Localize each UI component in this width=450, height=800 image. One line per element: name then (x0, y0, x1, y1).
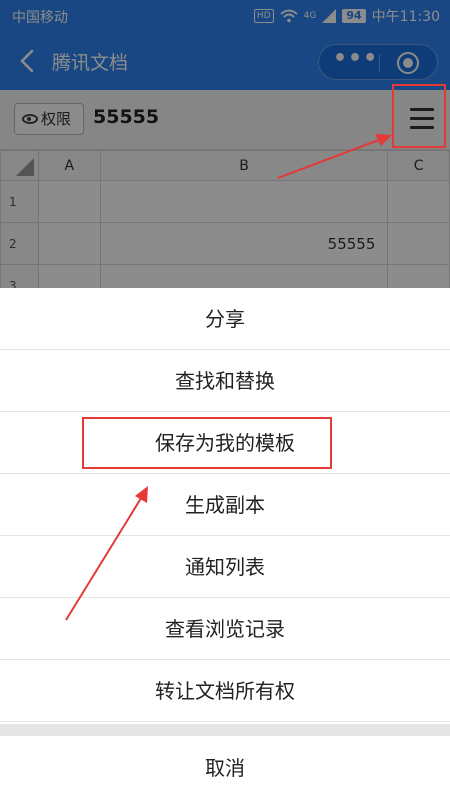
table-row: 2 55555 (0, 222, 450, 265)
row-header[interactable]: 3 (0, 264, 39, 288)
column-header-row: A B C (0, 150, 450, 181)
table-row: 3 (0, 264, 450, 288)
doc-toolbar: 权限 55555 (0, 90, 450, 150)
row-header[interactable]: 2 (0, 222, 39, 265)
cell[interactable] (38, 180, 101, 223)
corner-triangle-icon (16, 158, 34, 176)
cell[interactable] (387, 222, 450, 265)
more-dots-icon[interactable]: ••• (333, 48, 377, 71)
select-all-corner[interactable] (0, 150, 39, 181)
permission-label: 权限 (41, 110, 72, 128)
carrier-label: 中国移动 (12, 10, 68, 26)
column-header-a[interactable]: A (38, 150, 101, 181)
cell[interactable]: 55555 (99, 222, 389, 265)
signal-4g-icon: 4G (303, 11, 317, 21)
save-as-template-option[interactable]: 保存为我的模板 (0, 412, 450, 474)
create-copy-option[interactable]: 生成副本 (0, 474, 450, 536)
document-name: 55555 (93, 106, 160, 128)
eye-icon (22, 114, 38, 124)
cancel-button[interactable]: 取消 (0, 736, 450, 800)
table-row: 1 (0, 180, 450, 223)
action-sheet: 分享 查找和替换 保存为我的模板 生成副本 通知列表 查看浏览记录 转让文档所有… (0, 288, 450, 800)
hamburger-menu-icon[interactable] (410, 108, 434, 132)
cell[interactable] (387, 180, 450, 223)
back-arrow-icon[interactable] (16, 48, 40, 74)
target-icon[interactable] (397, 52, 419, 74)
sheet-divider (0, 724, 450, 736)
title-bar: 腾讯文档 ••• (0, 32, 450, 90)
hd-icon: HD (253, 9, 274, 23)
status-icons: HD 4G 94 中午11:30 (253, 6, 440, 26)
wifi-icon (279, 9, 298, 23)
app-title: 腾讯文档 (52, 52, 129, 74)
transfer-ownership-option[interactable]: 转让文档所有权 (0, 660, 450, 722)
notification-list-option[interactable]: 通知列表 (0, 536, 450, 598)
share-option[interactable]: 分享 (0, 288, 450, 350)
cell[interactable] (99, 180, 389, 223)
row-header[interactable]: 1 (0, 180, 39, 223)
battery-icon: 94 (342, 9, 366, 23)
capsule-divider (379, 54, 380, 72)
permission-button[interactable]: 权限 (14, 103, 84, 135)
find-replace-option[interactable]: 查找和替换 (0, 350, 450, 412)
spreadsheet-grid: A B C 1 2 55555 3 (0, 150, 450, 288)
status-bar: 中国移动 HD 4G 94 中午11:30 (0, 0, 450, 32)
cell[interactable] (38, 264, 101, 288)
signal-bars-icon (322, 9, 337, 23)
view-history-option[interactable]: 查看浏览记录 (0, 598, 450, 660)
cell[interactable] (99, 264, 389, 288)
document-area: 权限 55555 A B C 1 2 55555 3 (0, 90, 450, 288)
cell[interactable] (387, 264, 450, 288)
mini-program-capsule: ••• (318, 44, 438, 80)
clock-label: 中午11:30 (371, 9, 440, 25)
cell[interactable] (38, 222, 101, 265)
column-header-c[interactable]: C (387, 150, 450, 181)
column-header-b[interactable]: B (99, 150, 389, 181)
